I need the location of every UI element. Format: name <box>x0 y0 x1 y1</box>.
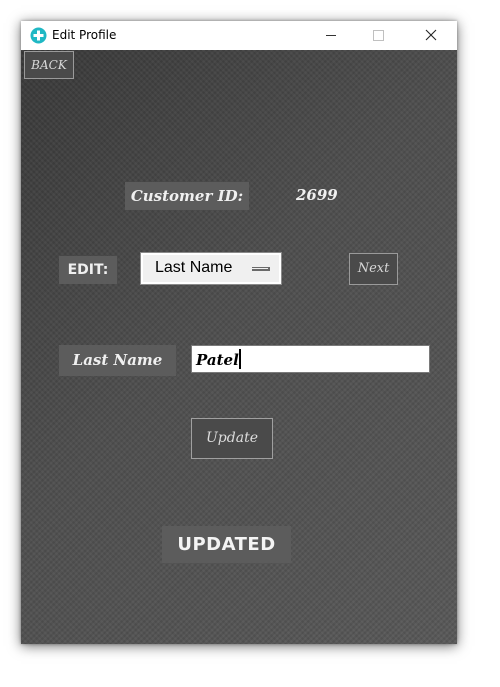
maximize-icon <box>373 30 384 41</box>
close-button[interactable] <box>408 21 454 50</box>
edit-field-select[interactable]: Last Name <box>140 252 282 285</box>
plus-circle-icon <box>30 27 47 44</box>
option-menu-indicator-icon <box>252 267 270 271</box>
close-icon <box>425 29 437 41</box>
update-button[interactable]: Update <box>191 418 273 459</box>
text-cursor <box>238 349 241 369</box>
status-message: UPDATED <box>162 526 291 563</box>
minimize-button[interactable] <box>308 21 354 50</box>
customer-id-label: Customer ID: <box>125 182 249 210</box>
minimize-icon <box>326 35 336 36</box>
back-button[interactable]: BACK <box>24 51 74 79</box>
edit-label: EDIT: <box>59 256 117 284</box>
form-panel: BACK Customer ID: 2699 EDIT: Last Name N… <box>21 50 457 644</box>
maximize-button[interactable] <box>355 21 401 50</box>
last-name-input[interactable]: Patel <box>191 345 430 373</box>
last-name-label: Last Name <box>59 345 176 376</box>
window-title: Edit Profile <box>52 28 117 42</box>
customer-id-value: 2699 <box>296 186 338 204</box>
edit-field-selected-value: Last Name <box>155 259 233 276</box>
next-button[interactable]: Next <box>349 253 398 285</box>
last-name-input-value: Patel <box>196 351 239 369</box>
edit-profile-window: Edit Profile BACK Customer ID: 2699 EDIT… <box>21 21 457 644</box>
title-bar[interactable]: Edit Profile <box>21 21 457 50</box>
